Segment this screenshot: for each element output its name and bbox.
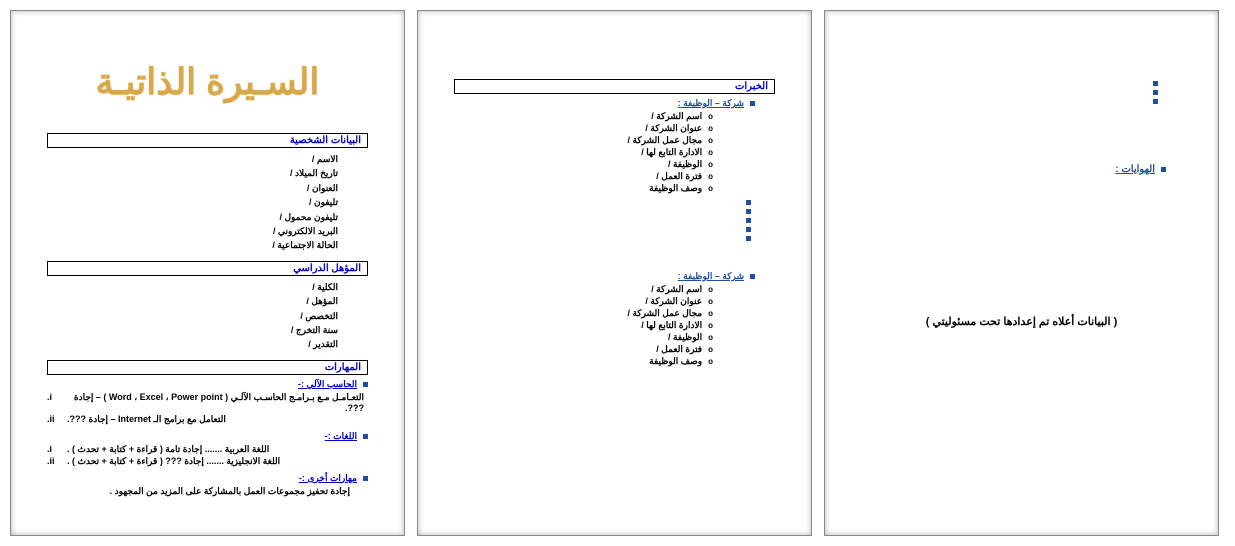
field-gradyear: سنة التخرج [47, 323, 338, 337]
skill-computer-row: الحاسب الآلي :- [47, 379, 368, 390]
field-address: العنوان [47, 181, 338, 195]
job-1-header-row: شركة – الوظيفة : [454, 98, 755, 109]
square-bullet-icon [746, 227, 751, 232]
square-bullet-icon [746, 236, 751, 241]
blank-bullets-1 [454, 200, 751, 241]
field-mobile: تليفون محمول [47, 210, 338, 224]
field-marital: الحالة الاجتماعية [47, 238, 338, 252]
square-bullet-icon [750, 274, 755, 279]
square-bullet-icon [750, 101, 755, 106]
job-2-field: مجال عمل الشركة [627, 308, 702, 319]
square-bullet-icon [1161, 167, 1166, 172]
square-bullet-icon [363, 434, 368, 439]
circle-bullet-icon: o [708, 173, 713, 181]
square-bullet-icon [363, 382, 368, 387]
job-1-address: عنوان الشركة [645, 123, 702, 134]
job-2-desc: وصف الوظيفة [649, 356, 702, 367]
job-2-position: الوظيفة [668, 332, 702, 343]
job-2-fields: o اسم الشركة o عنوان الشركة o مجال عمل الشر… [454, 284, 735, 367]
circle-bullet-icon: o [708, 161, 713, 169]
field-grade: التقدير [47, 337, 338, 351]
job-2-header-row: شركة – الوظيفة : [454, 271, 755, 282]
circle-bullet-icon: o [708, 137, 713, 145]
field-college: الكلية [47, 280, 338, 294]
skill-computer-label: الحاسب الآلي :- [298, 379, 357, 390]
circle-bullet-icon: o [708, 185, 713, 193]
field-dob: تاريخ الميلاد [47, 166, 338, 180]
job-1-desc: وصف الوظيفة [649, 183, 702, 194]
job-2-label: شركة – الوظيفة : [678, 271, 744, 282]
roman-ii: .ii [47, 414, 61, 425]
job-1-field: مجال عمل الشركة [627, 135, 702, 146]
page-3: الهوايات : البيانات أعلاه تم إعدادها تحت… [824, 10, 1219, 536]
hobbies-section: الهوايات : [861, 164, 1166, 175]
blank-bullets-2 [861, 81, 1158, 104]
hobbies-row: الهوايات : [861, 164, 1166, 175]
circle-bullet-icon: o [708, 322, 713, 330]
roman-i: .i [47, 392, 60, 413]
square-bullet-icon [363, 476, 368, 481]
job-1-company: اسم الشركة [651, 111, 702, 122]
roman-i: .i [47, 444, 61, 455]
square-bullet-icon [1153, 81, 1158, 86]
job-1-period: فترة العمل [656, 171, 702, 182]
document-title: السـيرة الذاتيـة [47, 61, 368, 103]
square-bullet-icon [746, 218, 751, 223]
skill-languages-row: اللغات :- [47, 431, 368, 442]
skill-computer-1: التعـامـل مـع بـرامـج الحاسـب الآلـي ( W… [66, 392, 364, 413]
skill-languages-2: اللغة الانجليزية ....... إجادة ??? ( قرا… [67, 456, 280, 467]
personal-fields: الاسم تاريخ الميلاد العنوان تليفون تليفو… [47, 152, 368, 253]
field-degree: المؤهل [47, 294, 338, 308]
circle-bullet-icon: o [708, 286, 713, 294]
skill-other-text: إجادة تحفيز مجموعات العمل بالمشاركة على … [47, 486, 368, 497]
skill-other-row: مهارات أخرى :- [47, 473, 368, 484]
square-bullet-icon [1153, 99, 1158, 104]
skill-languages-items: .i اللغة العربية ....... إجادة تامة ( قرا… [47, 444, 368, 467]
skill-computer-2: التعامل مع برامج الـ Internet – إجادة ??… [67, 414, 226, 425]
field-major: التخصص [47, 309, 338, 323]
circle-bullet-icon: o [708, 334, 713, 342]
section-experience-header: الخبرات [454, 79, 775, 94]
disclaimer: البيانات أعلاه تم إعدادها تحت مسئوليتي [861, 315, 1182, 328]
job-1-position: الوظيفة [668, 159, 702, 170]
circle-bullet-icon: o [708, 298, 713, 306]
page-1: السـيرة الذاتيـة البيانات الشخصية الاسم … [10, 10, 405, 536]
page-container: السـيرة الذاتيـة البيانات الشخصية الاسم … [10, 10, 1225, 536]
skill-computer-items: .i التعـامـل مـع بـرامـج الحاسـب الآلـي (… [47, 392, 368, 425]
circle-bullet-icon: o [708, 358, 713, 366]
section-skills-header: المهارات [47, 360, 368, 375]
skill-languages-1: اللغة العربية ....... إجادة تامة ( قراءة… [67, 444, 269, 455]
circle-bullet-icon: o [708, 346, 713, 354]
square-bullet-icon [746, 200, 751, 205]
job-1-fields: o اسم الشركة o عنوان الشركة o مجال عمل الشر… [454, 111, 735, 194]
skill-languages-label: اللغات :- [325, 431, 357, 442]
job-2-dept: الادارة التابع لها [641, 320, 702, 331]
square-bullet-icon [746, 209, 751, 214]
skill-other-label: مهارات أخرى :- [299, 473, 357, 484]
circle-bullet-icon: o [708, 149, 713, 157]
hobbies-label: الهوايات : [1115, 164, 1155, 175]
field-email: البريد الالكتروني [47, 224, 338, 238]
circle-bullet-icon: o [708, 125, 713, 133]
field-phone: تليفون [47, 195, 338, 209]
roman-ii: .ii [47, 456, 61, 467]
circle-bullet-icon: o [708, 310, 713, 318]
job-2-period: فترة العمل [656, 344, 702, 355]
square-bullet-icon [1153, 90, 1158, 95]
field-name: الاسم [47, 152, 338, 166]
job-2-company: اسم الشركة [651, 284, 702, 295]
circle-bullet-icon: o [708, 113, 713, 121]
job-1-dept: الادارة التابع لها [641, 147, 702, 158]
page-2: الخبرات شركة – الوظيفة : o اسم الشركة o عن… [417, 10, 812, 536]
job-1-label: شركة – الوظيفة : [678, 98, 744, 109]
section-education-header: المؤهل الدراسي [47, 261, 368, 276]
education-fields: الكلية المؤهل التخصص سنة التخرج التقدير [47, 280, 368, 352]
job-2-address: عنوان الشركة [645, 296, 702, 307]
section-personal-header: البيانات الشخصية [47, 133, 368, 148]
